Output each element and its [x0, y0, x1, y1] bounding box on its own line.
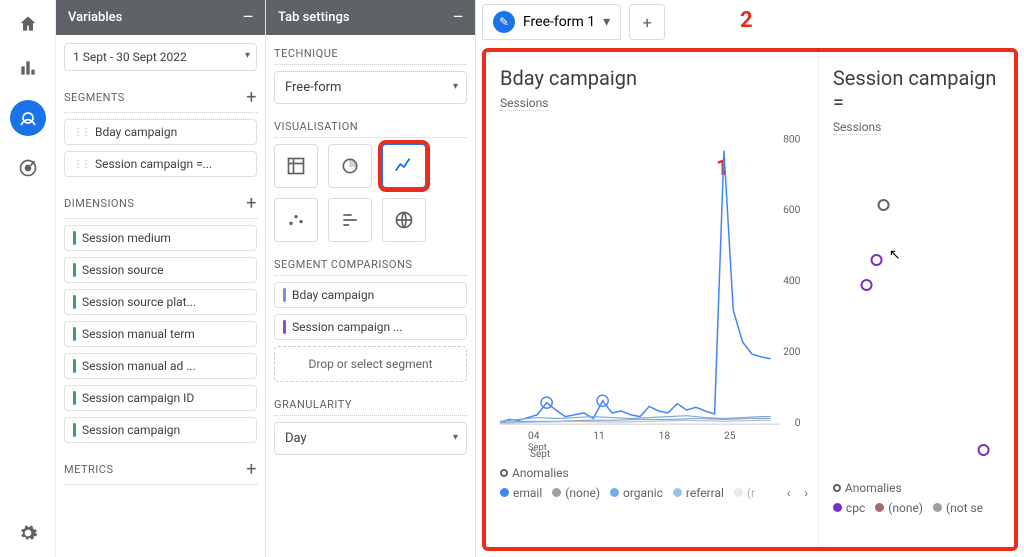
dimension-chip[interactable]: Session medium — [64, 225, 257, 251]
segcomp-chip[interactable]: Session campaign ... — [274, 314, 467, 340]
legend-dot-icon — [734, 488, 743, 497]
dimensions-label: DIMENSIONS — [64, 197, 134, 210]
svg-text:600: 600 — [783, 203, 801, 216]
viz-donut-button[interactable] — [328, 144, 372, 188]
cursor-icon: ↖ — [889, 247, 901, 263]
svg-text:400: 400 — [783, 274, 801, 287]
minimize-icon[interactable]: — — [453, 10, 463, 25]
viz-table-button[interactable] — [274, 144, 318, 188]
chart-right: Session campaign = Sessions ↖ Anomalies … — [819, 52, 1014, 547]
chevron-down-icon[interactable]: ▾ — [603, 14, 610, 30]
variables-header: Variables — — [56, 0, 265, 35]
add-metric-button[interactable]: + — [246, 459, 257, 480]
add-tab-button[interactable]: + — [629, 4, 665, 40]
legend-dot-icon — [833, 503, 842, 512]
segment-chip[interactable]: ⋮⋮Session campaign =... — [64, 151, 257, 177]
segment-comparisons-label: SEGMENT COMPARISONS — [274, 258, 412, 271]
segment-drop-zone[interactable]: Drop or select segment — [274, 346, 467, 382]
chart-ylabel: Sessions — [500, 96, 548, 111]
pencil-icon: ✎ — [493, 11, 515, 33]
technique-select[interactable]: Free-form — [274, 71, 467, 104]
legend-dot-icon — [552, 488, 561, 497]
svg-text:25: 25 — [724, 429, 736, 442]
add-dimension-button[interactable]: + — [246, 193, 257, 214]
dimension-chip[interactable]: Session manual term — [64, 321, 257, 347]
dimension-chip[interactable]: Session manual ad ... — [64, 353, 257, 379]
viz-line-button[interactable] — [382, 144, 426, 188]
viz-bar-button[interactable] — [328, 198, 372, 242]
legend-dot-icon — [610, 488, 619, 497]
viz-scatter-button[interactable] — [274, 198, 318, 242]
legend-dot-icon — [875, 503, 884, 512]
tab-settings-panel: 1 2 Tab settings — TECHNIQUE Free-form V… — [266, 0, 476, 557]
legend-dot-icon — [933, 503, 942, 512]
legend-prev-icon[interactable]: ‹ — [787, 486, 791, 500]
granularity-label: GRANULARITY — [274, 398, 352, 411]
minimize-icon[interactable]: — — [243, 10, 253, 25]
segment-chip[interactable]: ⋮⋮Bday campaign — [64, 119, 257, 145]
dimension-chip[interactable]: Session campaign — [64, 417, 257, 443]
date-range-select[interactable]: 1 Sept - 30 Sept 2022 — [64, 43, 257, 71]
explore-icon[interactable] — [10, 100, 46, 136]
chart-legend-series: email (none) organic referral (r ‹› — [500, 486, 808, 500]
svg-text:200: 200 — [783, 345, 801, 358]
legend-next-icon[interactable]: › — [804, 486, 808, 500]
anomaly-ring-icon — [500, 469, 508, 477]
chart-title: Bday campaign — [500, 66, 808, 90]
svg-text:800: 800 — [783, 132, 801, 145]
left-nav — [0, 0, 56, 557]
line-chart-svg: 800 600 400 200 0 04 11 — [500, 121, 808, 451]
svg-text:18: 18 — [659, 429, 671, 442]
dimension-chip[interactable]: Session source — [64, 257, 257, 283]
scatter-plot: ↖ — [833, 135, 1004, 475]
gear-icon[interactable] — [16, 521, 40, 545]
tab-label: Free-form 1 — [523, 14, 595, 30]
tab-freeform1[interactable]: ✎ Free-form 1 ▾ — [482, 4, 621, 40]
add-segment-button[interactable]: + — [246, 87, 257, 108]
svg-text:0: 0 — [795, 416, 801, 429]
metrics-label: METRICS — [64, 463, 114, 476]
segments-label: SEGMENTS — [64, 91, 125, 104]
tab-settings-header: Tab settings — — [266, 0, 475, 35]
tab-settings-title: Tab settings — [278, 10, 350, 25]
reports-icon[interactable] — [16, 56, 40, 80]
anomaly-ring-icon — [833, 484, 841, 492]
dimension-chip[interactable]: Session campaign ID — [64, 385, 257, 411]
annotation-2: 2 — [740, 8, 753, 33]
chart-legend: Anomalies — [833, 481, 1004, 495]
legend-dot-icon — [500, 488, 509, 497]
chart-legend: Anomalies — [500, 466, 808, 480]
variables-panel: Variables — 1 Sept - 30 Sept 2022 SEGMEN… — [56, 0, 266, 557]
charts-frame: Bday campaign Sessions 800 600 400 200 0 — [482, 48, 1018, 551]
main-area: ✎ Free-form 1 ▾ + Bday campaign Sessions… — [476, 0, 1024, 557]
chart-ylabel: Sessions — [833, 120, 881, 135]
visualisation-grid — [274, 144, 467, 242]
viz-geo-button[interactable] — [382, 198, 426, 242]
visualisation-label: VISUALISATION — [274, 120, 358, 133]
technique-label: TECHNIQUE — [274, 47, 338, 60]
advertising-icon[interactable] — [16, 156, 40, 180]
variables-title: Variables — [68, 10, 122, 25]
home-icon[interactable] — [16, 12, 40, 36]
chart-title: Session campaign = — [833, 66, 1004, 114]
chart-left: Bday campaign Sessions 800 600 400 200 0 — [486, 52, 819, 547]
legend-dot-icon — [673, 488, 682, 497]
chart-legend-series: cpc (none) (not se — [833, 501, 1004, 515]
dimension-chip[interactable]: Session source plat... — [64, 289, 257, 315]
granularity-select[interactable]: Day — [274, 422, 467, 455]
svg-text:11: 11 — [593, 429, 605, 442]
segcomp-chip[interactable]: Bday campaign — [274, 282, 467, 308]
svg-text:04: 04 — [528, 429, 540, 442]
